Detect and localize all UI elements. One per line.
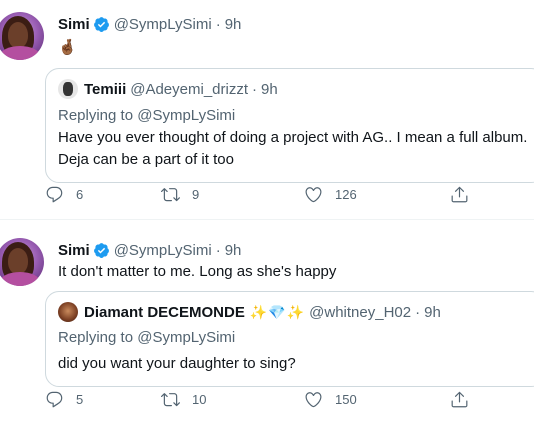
retweet-button[interactable]: 10 bbox=[161, 390, 206, 409]
separator: · bbox=[415, 303, 421, 321]
quote-text-line: did you want your daughter to sing? bbox=[58, 355, 296, 372]
like-button[interactable]: 126 bbox=[304, 185, 357, 204]
quote-timestamp: 9h bbox=[261, 80, 278, 98]
like-count: 150 bbox=[335, 391, 357, 407]
quote-author-handle: @whitney_H02 bbox=[309, 303, 412, 321]
quote-author-name: Temiii bbox=[84, 80, 127, 98]
tweet-header: Simi @SympLySimi · 9h bbox=[58, 242, 241, 259]
retweet-icon bbox=[161, 187, 180, 201]
replying-label: Replying to bbox=[58, 329, 134, 346]
verified-badge-icon bbox=[93, 17, 109, 32]
separator: · bbox=[215, 16, 221, 33]
quote-header: Diamant DECEMONDE ✨💎✨ @whitney_H02 · 9h bbox=[58, 302, 441, 322]
verified-badge-icon bbox=[93, 243, 109, 258]
tweet-text: 🤞🏾 bbox=[58, 39, 77, 56]
tweet-timestamp[interactable]: 9h bbox=[225, 242, 242, 259]
quote-header: Temiii @Adeyemi_drizzt · 9h bbox=[58, 79, 278, 99]
replying-mention: @SympLySimi bbox=[137, 107, 236, 124]
reply-button[interactable]: 5 bbox=[45, 390, 83, 409]
author-name[interactable]: Simi bbox=[58, 242, 90, 259]
reply-count: 6 bbox=[76, 186, 84, 202]
author-name[interactable]: Simi bbox=[58, 16, 90, 33]
replying-label: Replying to bbox=[58, 107, 134, 124]
quote-avatar bbox=[58, 79, 78, 99]
reply-button[interactable]: 6 bbox=[45, 185, 83, 204]
replying-mention: @SympLySimi bbox=[137, 329, 236, 346]
like-count: 126 bbox=[335, 186, 357, 202]
tweet[interactable]: Simi @SympLySimi · 9h 🤞🏾 Temiii @Adeyemi… bbox=[0, 0, 534, 219]
separator: · bbox=[252, 80, 258, 98]
quote-text: Have you ever thought of doing a project… bbox=[58, 127, 534, 171]
reply-icon bbox=[46, 391, 63, 407]
author-handle[interactable]: @SympLySimi bbox=[114, 242, 212, 259]
quote-author-name: Diamant DECEMONDE bbox=[84, 303, 245, 321]
retweet-button[interactable]: 9 bbox=[161, 185, 199, 204]
quoted-tweet[interactable]: Diamant DECEMONDE ✨💎✨ @whitney_H02 · 9h … bbox=[45, 291, 534, 387]
replying-to: Replying to @SympLySimi bbox=[58, 107, 235, 124]
quote-avatar bbox=[58, 302, 78, 322]
tweet-timestamp[interactable]: 9h bbox=[225, 16, 242, 33]
separator: · bbox=[215, 242, 221, 259]
retweet-icon bbox=[161, 392, 180, 406]
share-icon bbox=[451, 186, 468, 202]
replying-to: Replying to @SympLySimi bbox=[58, 329, 235, 346]
like-icon bbox=[305, 391, 322, 407]
share-button[interactable] bbox=[450, 390, 469, 409]
quoted-tweet[interactable]: Temiii @Adeyemi_drizzt · 9h Replying to … bbox=[45, 68, 534, 183]
quote-text-line: Have you ever thought of doing a project… bbox=[58, 129, 528, 146]
retweet-count: 9 bbox=[192, 186, 200, 202]
tweet-text: It don't matter to me. Long as she's hap… bbox=[58, 263, 337, 280]
tweet[interactable]: Simi @SympLySimi · 9h It don't matter to… bbox=[0, 220, 534, 431]
sparkles-diamond-emoji: ✨💎✨ bbox=[249, 303, 306, 320]
share-button[interactable] bbox=[450, 185, 469, 204]
quote-text-line: Deja can be a part of it too bbox=[58, 151, 234, 168]
retweet-count: 10 bbox=[192, 391, 207, 407]
reply-count: 5 bbox=[76, 391, 84, 407]
share-icon bbox=[451, 391, 468, 407]
author-avatar[interactable] bbox=[0, 12, 44, 60]
author-avatar[interactable] bbox=[0, 238, 44, 286]
like-icon bbox=[305, 186, 322, 202]
quote-author-handle: @Adeyemi_drizzt bbox=[130, 80, 249, 98]
quote-timestamp: 9h bbox=[424, 303, 441, 321]
quote-text: did you want your daughter to sing? bbox=[58, 353, 534, 375]
reply-icon bbox=[46, 186, 63, 202]
like-button[interactable]: 150 bbox=[304, 390, 357, 409]
author-handle[interactable]: @SympLySimi bbox=[114, 16, 212, 33]
tweet-header: Simi @SympLySimi · 9h bbox=[58, 16, 241, 33]
